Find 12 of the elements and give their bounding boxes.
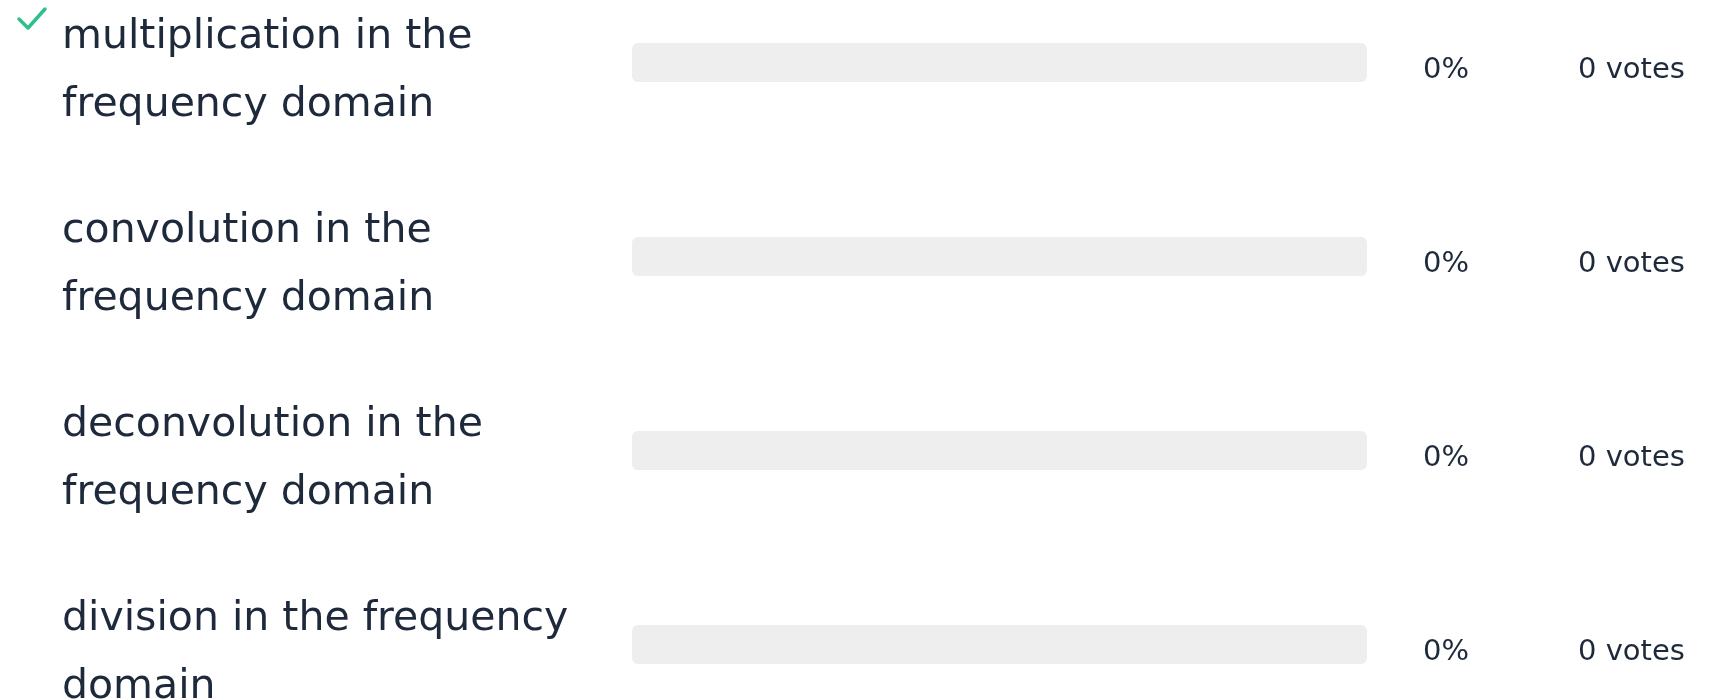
votes-text: 0 votes xyxy=(1578,245,1686,279)
option-label: deconvolution in the frequency domain xyxy=(62,397,484,516)
percent-text: 0% xyxy=(1422,245,1470,279)
option-label: multiplication in the frequency domain xyxy=(62,9,474,128)
option-label: convolution in the frequency domain xyxy=(62,203,436,322)
percent-text: 0% xyxy=(1422,439,1470,473)
votes-text: 0 votes xyxy=(1578,439,1686,473)
votes-text: 0 votes xyxy=(1578,633,1686,667)
option-label: division in the frequency domain xyxy=(62,591,570,699)
percent-text: 0% xyxy=(1422,51,1470,85)
votes-text: 0 votes xyxy=(1578,51,1686,85)
percent-text: 0% xyxy=(1422,633,1470,667)
